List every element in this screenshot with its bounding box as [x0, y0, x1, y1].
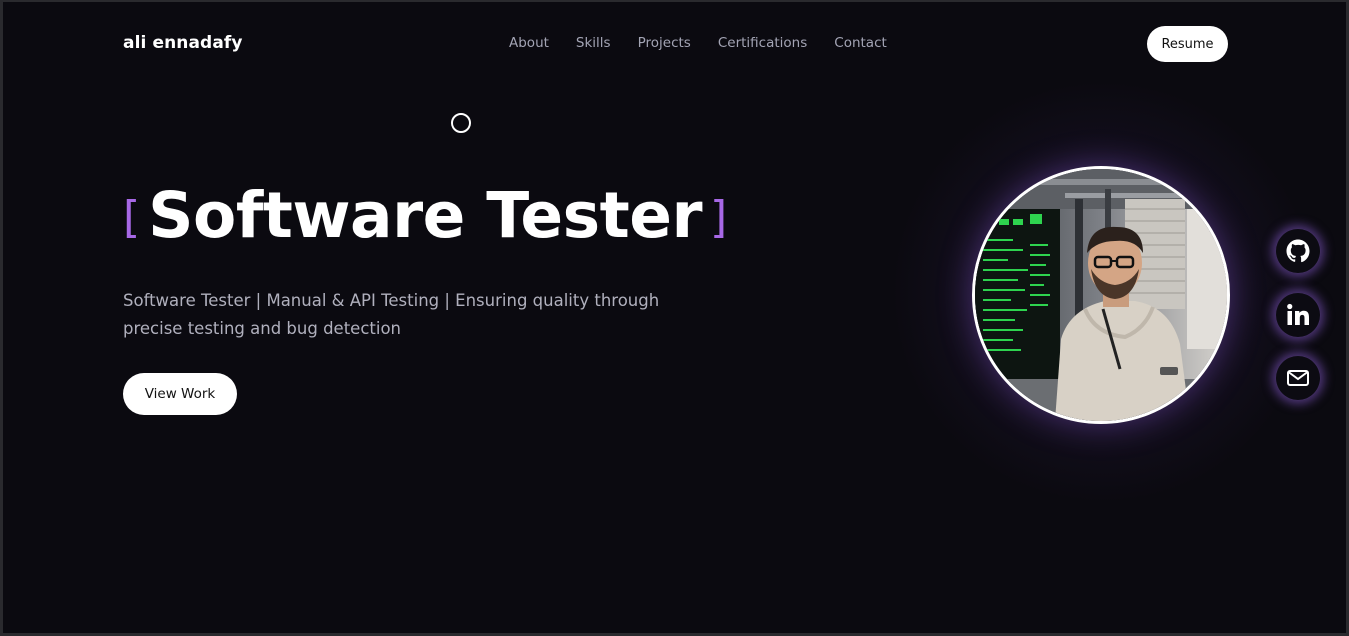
hero-title-text: Software Tester	[148, 179, 703, 252]
main-nav: About Skills Projects Certifications Con…	[509, 35, 914, 51]
github-link[interactable]	[1275, 228, 1321, 274]
profile-photo	[972, 166, 1230, 424]
resume-button[interactable]: Resume	[1147, 26, 1228, 62]
profile-photo-illustration	[975, 169, 1227, 421]
nav-skills[interactable]: Skills	[576, 35, 611, 51]
brand-logo[interactable]: ali ennadafy	[123, 33, 243, 53]
bracket-open: [	[123, 191, 141, 243]
github-icon	[1286, 239, 1310, 263]
page: ali ennadafy About Skills Projects Certi…	[3, 2, 1346, 633]
nav-projects[interactable]: Projects	[638, 35, 691, 51]
nav-certifications[interactable]: Certifications	[718, 35, 807, 51]
cursor-ring-icon	[451, 113, 471, 133]
nav-about[interactable]: About	[509, 35, 549, 51]
bracket-close: ]	[710, 191, 728, 243]
linkedin-icon	[1287, 303, 1309, 325]
mail-icon	[1287, 370, 1309, 386]
view-work-button[interactable]: View Work	[123, 373, 237, 415]
hero-subtitle: Software Tester | Manual & API Testing |…	[123, 291, 660, 338]
nav-contact[interactable]: Contact	[834, 35, 887, 51]
hero-title: [ Software Tester ]	[123, 184, 727, 247]
linkedin-link[interactable]	[1275, 292, 1321, 338]
email-link[interactable]	[1275, 355, 1321, 401]
